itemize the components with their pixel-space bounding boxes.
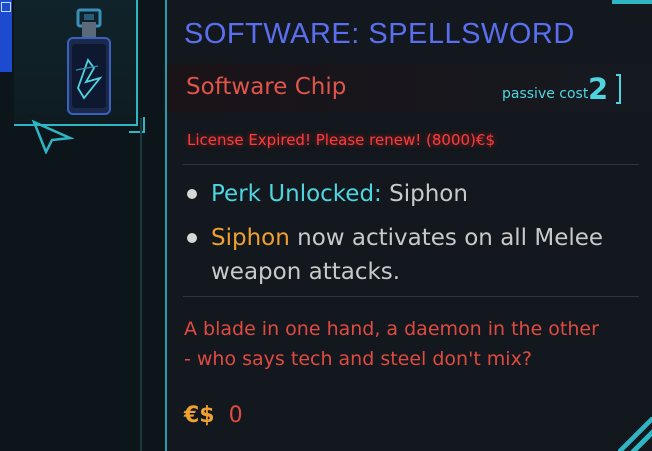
flavor-line-1: A blade in one hand, a daemon in the oth… bbox=[184, 318, 599, 340]
effect-text: now activates on all Melee bbox=[297, 225, 604, 251]
perk-line: Perk Unlocked: Siphon bbox=[211, 177, 468, 211]
checkbox-icon bbox=[1, 2, 11, 12]
cost-bracket-icon bbox=[616, 74, 621, 104]
bullet-icon bbox=[187, 233, 197, 243]
price: €$ 0 bbox=[184, 403, 243, 428]
cursor-icon bbox=[31, 119, 74, 154]
flavor-line-2: - who says tech and steel don't mix? bbox=[184, 348, 532, 370]
effect-text-2: weapon attacks. bbox=[211, 259, 401, 285]
perk-value: Siphon bbox=[389, 181, 468, 207]
passive-cost-label: passive cost bbox=[502, 86, 589, 102]
license-warning: License Expired! Please renew! (8000)€$ bbox=[187, 131, 495, 149]
effect-line: Siphon now activates on all Melee weapon… bbox=[211, 221, 631, 289]
flavor-text: A blade in one hand, a daemon in the oth… bbox=[184, 314, 624, 374]
passive-cost-value: 2 bbox=[588, 72, 609, 106]
slot-divider bbox=[140, 118, 142, 451]
side-strip bbox=[0, 0, 12, 72]
perk-label: Perk Unlocked: bbox=[211, 181, 382, 207]
item-slot[interactable] bbox=[14, 0, 145, 133]
top-accent bbox=[612, 0, 652, 4]
item-tooltip: SOFTWARE: SPELLSWORD Software Chip passi… bbox=[165, 0, 652, 451]
item-type: Software Chip bbox=[186, 74, 347, 100]
corner-accent-icon bbox=[618, 417, 652, 451]
effect-keyword: Siphon bbox=[211, 225, 290, 251]
software-chip-icon bbox=[67, 8, 111, 115]
bullet-icon bbox=[187, 189, 197, 199]
divider bbox=[183, 164, 639, 165]
item-title: SOFTWARE: SPELLSWORD bbox=[184, 18, 575, 50]
price-value: 0 bbox=[228, 403, 243, 428]
eurodollar-icon: €$ bbox=[184, 403, 215, 428]
divider bbox=[183, 296, 639, 297]
item-slot-area bbox=[0, 0, 165, 451]
